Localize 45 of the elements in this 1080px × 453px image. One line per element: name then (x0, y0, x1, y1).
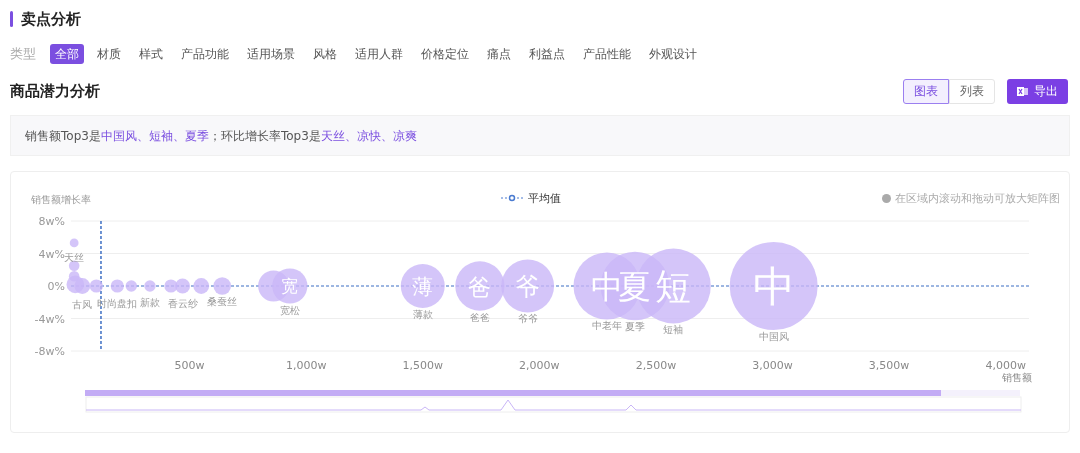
x-tick-label: 4,000w (985, 359, 1026, 372)
x-tick-label: 1,500w (402, 359, 443, 372)
bubble-label: 新款 (139, 296, 160, 308)
bubble-glyph: 爸 (468, 273, 492, 300)
y-tick-label: -4w% (34, 312, 65, 326)
y-tick-label: 8w% (38, 215, 65, 228)
bubble-label: 夏季 (624, 321, 645, 333)
bubble-label: 中国风 (758, 330, 789, 342)
y-axis-title: 销售额增长率 (31, 194, 91, 205)
summary-text: ；环比增长率Top3是 (208, 128, 321, 143)
bubble-label: 桑蚕丝 (207, 295, 238, 307)
highlight-text: 中国风、短袖、夏季 (100, 128, 209, 143)
bubble-glyph: 薄 (412, 274, 434, 299)
x-tick-label: 3,000w (752, 359, 793, 372)
bubble-label: 时尚盘扣 (97, 297, 138, 309)
bubble-glyph: 宽 (281, 276, 299, 297)
x-tick-label: 1,000w (285, 359, 327, 372)
hint-text: 在区域内滚动和拖动可放大矩阵图 (895, 192, 1060, 204)
bubble-label: 天丝 (64, 252, 85, 264)
highlight-text: 天丝、凉快、凉爽 (320, 128, 417, 143)
x-axis-title: 销售额 (1002, 372, 1032, 383)
bubble-label: 宽松 (279, 304, 300, 316)
bubble-glyph: 夏 (618, 267, 652, 306)
legend-label: 平均值 (528, 192, 561, 205)
bubble-glyph: 爷 (515, 272, 541, 302)
y-tick-label: 4w% (38, 247, 65, 261)
x-tick-label: 2,500w (635, 359, 677, 372)
x-tick-label: 500w (174, 359, 205, 372)
bubble-label: 爸爸 (469, 311, 490, 323)
bubble-glyph: 短 (655, 266, 692, 308)
x-tick-label: 2,000w (519, 359, 560, 372)
bubble-label: 薄款 (412, 309, 433, 320)
bubble-label: 古风 (72, 298, 93, 310)
bubble-label: 中老年 (591, 320, 622, 332)
y-tick-label: 0% (47, 280, 65, 293)
bubble-label: 爷爷 (517, 313, 538, 325)
y-tick-label: -8w% (34, 345, 65, 358)
bubble-glyph: 中 (752, 262, 795, 312)
filter-label: 类型 (10, 45, 36, 64)
bubble-label: 香云纱 (167, 298, 198, 310)
summary-text: 销售额Top3是 (25, 128, 101, 143)
panel-title: 商品潜力分析 (10, 80, 100, 102)
x-tick-label: 3,500w (868, 359, 910, 372)
bubble-label: 短袖 (663, 324, 684, 336)
section-title: 卖点分析 (21, 8, 81, 30)
